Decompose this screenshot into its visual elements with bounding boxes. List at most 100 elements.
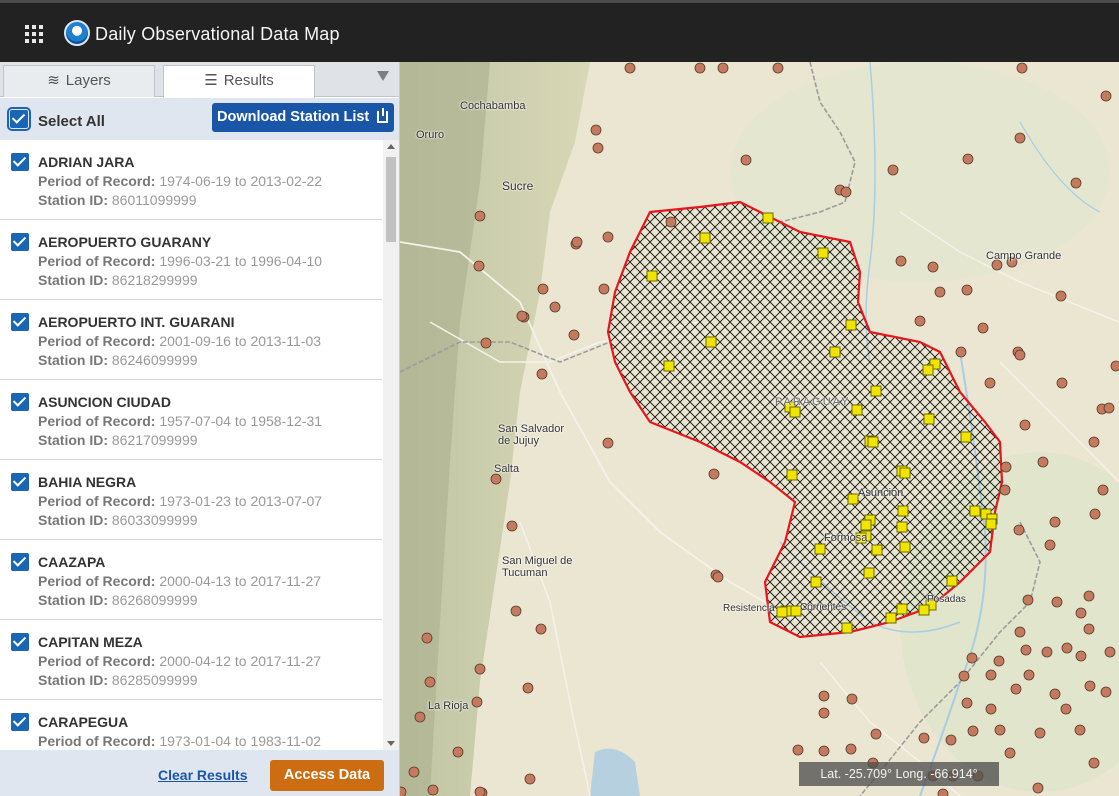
station-marker[interactable] <box>1075 650 1087 662</box>
station-marker[interactable] <box>887 164 899 176</box>
station-marker[interactable] <box>414 711 426 723</box>
station-row[interactable]: ASUNCION CIUDAD Period of Record: 1957-07… <box>0 380 382 460</box>
station-marker[interactable] <box>536 368 548 380</box>
station-marker[interactable] <box>945 734 957 746</box>
station-marker[interactable] <box>1049 516 1061 528</box>
station-marker[interactable] <box>1104 646 1116 658</box>
station-row[interactable]: CARAPEGUA Period of Record: 1973-01-04 to… <box>0 700 382 750</box>
station-checkbox[interactable] <box>11 473 29 491</box>
selected-station-marker[interactable] <box>985 518 997 530</box>
selected-station-marker[interactable] <box>923 413 935 425</box>
station-marker[interactable] <box>962 153 974 165</box>
station-marker[interactable] <box>1100 90 1112 102</box>
station-marker[interactable] <box>846 693 858 705</box>
tab-results[interactable]: ☰ Results <box>163 65 315 98</box>
station-row[interactable]: CAPITAN MEZA Period of Record: 2000-04-12… <box>0 620 382 700</box>
selected-station-marker[interactable] <box>841 622 853 634</box>
station-marker[interactable] <box>1103 402 1115 414</box>
station-marker[interactable] <box>934 286 946 298</box>
station-marker[interactable] <box>961 284 973 296</box>
station-marker[interactable] <box>592 142 604 154</box>
station-marker[interactable] <box>1014 349 1026 361</box>
station-marker[interactable] <box>490 473 502 485</box>
station-marker[interactable] <box>665 216 677 228</box>
station-checkbox[interactable] <box>11 633 29 651</box>
selected-station-marker[interactable] <box>896 521 908 533</box>
station-marker[interactable] <box>712 571 724 583</box>
station-marker[interactable] <box>993 655 1005 667</box>
station-marker[interactable] <box>535 623 547 635</box>
station-marker[interactable] <box>522 682 534 694</box>
station-marker[interactable] <box>421 632 433 644</box>
station-marker[interactable] <box>870 728 882 740</box>
station-marker[interactable] <box>818 690 830 702</box>
selected-station-marker[interactable] <box>762 212 774 224</box>
station-marker[interactable] <box>708 468 720 480</box>
selected-station-marker[interactable] <box>899 467 911 479</box>
station-marker[interactable] <box>506 520 518 532</box>
map-view[interactable]: Cochabamba Oruro Sucre Campo Grande PARA… <box>400 62 1119 796</box>
station-marker[interactable] <box>1022 594 1034 606</box>
station-row[interactable]: ADRIAN JARA Period of Record: 1974-06-19 … <box>0 140 382 220</box>
station-marker[interactable] <box>549 301 561 313</box>
station-marker[interactable] <box>717 62 729 74</box>
station-marker[interactable] <box>1041 646 1053 658</box>
scroll-down-arrow-icon[interactable] <box>387 741 395 746</box>
selected-station-marker[interactable] <box>867 436 879 448</box>
selected-station-marker[interactable] <box>918 604 930 616</box>
station-row[interactable]: AEROPUERTO GUARANY Period of Record: 1996… <box>0 220 382 300</box>
selected-station-marker[interactable] <box>922 364 934 376</box>
station-marker[interactable] <box>1055 290 1067 302</box>
station-marker[interactable] <box>602 231 614 243</box>
station-marker[interactable] <box>1044 539 1056 551</box>
station-checkbox[interactable] <box>11 393 29 411</box>
station-marker[interactable] <box>590 124 602 136</box>
selected-station-marker[interactable] <box>699 232 711 244</box>
station-marker[interactable] <box>1061 642 1073 654</box>
station-marker[interactable] <box>985 669 997 681</box>
chevron-down-icon[interactable] <box>377 71 389 81</box>
station-marker[interactable] <box>937 788 949 796</box>
station-marker[interactable] <box>424 676 436 688</box>
station-marker[interactable] <box>568 329 580 341</box>
selected-station-marker[interactable] <box>845 319 857 331</box>
selected-station-marker[interactable] <box>885 612 897 624</box>
station-marker[interactable] <box>977 322 989 334</box>
station-marker[interactable] <box>1049 688 1061 700</box>
station-marker[interactable] <box>895 255 907 267</box>
station-checkbox[interactable] <box>11 553 29 571</box>
selected-station-marker[interactable] <box>896 603 908 615</box>
station-marker[interactable] <box>1088 757 1100 769</box>
station-checkbox[interactable] <box>11 233 29 251</box>
station-marker[interactable] <box>1016 62 1028 74</box>
station-marker[interactable] <box>918 732 930 744</box>
selected-station-marker[interactable] <box>789 406 801 418</box>
station-marker[interactable] <box>1004 747 1016 759</box>
station-checkbox[interactable] <box>11 313 29 331</box>
station-marker[interactable] <box>1020 644 1032 656</box>
station-marker[interactable] <box>792 744 804 756</box>
station-marker[interactable] <box>474 663 486 675</box>
selected-station-marker[interactable] <box>663 360 675 372</box>
station-marker[interactable] <box>1097 484 1109 496</box>
station-marker[interactable] <box>984 377 996 389</box>
selected-station-marker[interactable] <box>810 576 822 588</box>
station-marker[interactable] <box>624 62 636 74</box>
selected-station-marker[interactable] <box>871 544 883 556</box>
selected-station-marker[interactable] <box>646 270 658 282</box>
station-marker[interactable] <box>571 236 583 248</box>
selected-station-marker[interactable] <box>969 505 981 517</box>
selected-station-marker[interactable] <box>863 567 875 579</box>
station-marker[interactable] <box>1056 377 1068 389</box>
station-marker[interactable] <box>961 697 973 709</box>
station-marker[interactable] <box>474 786 486 796</box>
station-marker[interactable] <box>408 766 420 778</box>
station-marker[interactable] <box>1013 524 1025 536</box>
station-marker[interactable] <box>818 745 830 757</box>
station-marker[interactable] <box>999 484 1011 496</box>
selected-station-marker[interactable] <box>776 606 788 618</box>
station-marker[interactable] <box>602 437 614 449</box>
station-marker[interactable] <box>1083 590 1095 602</box>
station-marker[interactable] <box>840 186 852 198</box>
selected-station-marker[interactable] <box>847 493 859 505</box>
